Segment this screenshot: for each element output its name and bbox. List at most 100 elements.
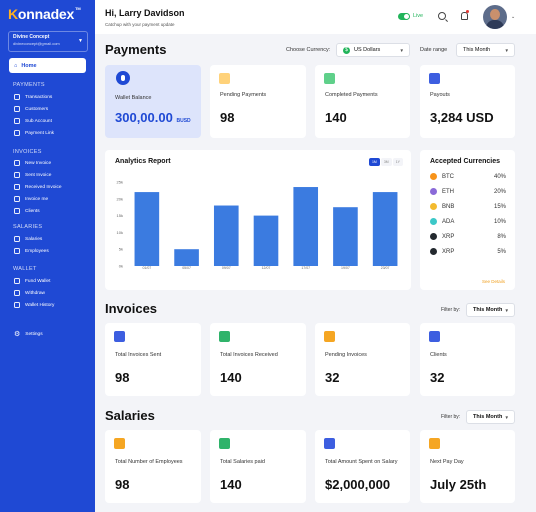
sidebar-item-label: Sent Invoice <box>25 172 52 178</box>
gear-icon: ⚙ <box>14 331 21 338</box>
x-tick-label: 17/07 <box>301 266 310 270</box>
bell-icon[interactable] <box>461 12 468 20</box>
bar[interactable] <box>213 205 239 266</box>
see-details-link[interactable]: See Details <box>482 279 505 284</box>
bar[interactable] <box>174 249 199 266</box>
currencies-card: Accepted Currencies BTC 40% ETH 20% BNB 15% AD… <box>420 150 515 290</box>
x-tick-label: 23/07 <box>381 266 390 270</box>
greeting: Hi, Larry Davidson <box>105 8 185 18</box>
currency-pct: 20% <box>493 188 506 195</box>
sidebar-item-salaries[interactable]: Salaries <box>14 236 42 242</box>
logo[interactable]: KonnadexTM <box>8 6 81 22</box>
logo-tm: TM <box>75 6 81 11</box>
received-invoice-icon <box>14 184 20 190</box>
sidebar-item-settings[interactable]: ⚙ Settings <box>14 330 43 338</box>
salaries-icon <box>14 236 20 242</box>
topbar: Hi, Larry Davidson Catchup with your pay… <box>95 0 536 34</box>
chevron-down-icon[interactable]: ⌄ <box>511 14 515 20</box>
sidebar-item-sent-invoice[interactable]: Sent Invoice <box>14 172 51 178</box>
sidebar-item-customers[interactable]: Customers <box>14 106 48 112</box>
sidebar-item-label: Settings <box>25 331 43 337</box>
search-icon[interactable] <box>438 12 446 20</box>
currency-select[interactable]: $ US Dollars ▼ <box>336 43 410 57</box>
chevron-down-icon: ▼ <box>504 307 509 313</box>
currency-pct: 5% <box>497 248 506 255</box>
sidebar-item-received-invoice[interactable]: Received Invoice <box>14 184 62 190</box>
y-tick-label: 25k <box>117 180 123 185</box>
x-tick-label: 05/07 <box>182 266 191 270</box>
invoice-sent-icon <box>114 331 125 342</box>
sidebar-item-home[interactable]: ⌂ Home <box>9 58 86 73</box>
live-toggle[interactable] <box>398 13 410 20</box>
currency-pct: 15% <box>493 203 506 210</box>
pending-payments-icon <box>219 73 230 84</box>
currency-pct: 8% <box>497 233 506 240</box>
invoices-card: Clients 32 <box>420 323 515 396</box>
sidebar-item-transactions[interactable]: Transactions <box>14 94 52 100</box>
sidebar-item-withdraw[interactable]: Withdraw <box>14 290 45 296</box>
xrp-icon <box>430 248 437 255</box>
sidebar-item-label: Transactions <box>25 94 53 100</box>
sidebar-item-label: Fund Wallet <box>25 278 51 284</box>
salaries-filter-label: Filter by: <box>441 414 461 420</box>
sidebar-item-label: Salaries <box>25 236 43 242</box>
bar[interactable] <box>134 192 160 266</box>
sidebar-item-wallet-history[interactable]: Wallet History <box>14 302 54 308</box>
employees-icon <box>114 438 125 449</box>
sidebar-item-employees[interactable]: Employees <box>14 248 49 254</box>
org-switcher[interactable]: Divine Concept divineconcept@gmail.com ▼ <box>8 31 88 52</box>
x-tick-label: 12/07 <box>262 266 271 270</box>
sidebar-item-clients[interactable]: Clients <box>14 208 40 214</box>
xrp-icon <box>430 233 437 240</box>
section-payments: PAYMENTS <box>13 82 45 88</box>
salaries-card: Total Number of Employees 98 <box>105 430 201 503</box>
home-icon: ⌂ <box>14 62 18 69</box>
y-tick-label: 10k <box>117 230 123 235</box>
section-invoices: INVOICES <box>13 149 42 155</box>
completed-payments-card: Completed Payments 140 <box>315 65 410 138</box>
link-icon <box>14 130 20 136</box>
currency-row: ETH 20% <box>430 188 506 195</box>
sidebar-item-label: Received Invoice <box>25 184 62 190</box>
payments-title: Payments <box>105 42 167 57</box>
bar[interactable] <box>253 215 279 266</box>
greeting-subtitle: Catchup with your payment update <box>105 22 175 27</box>
sidebar-item-payment-link[interactable]: Payment Link <box>14 130 54 136</box>
bar[interactable] <box>293 187 319 266</box>
sidebar-item-invoice-me[interactable]: Invoice me <box>14 196 48 202</box>
card-value: 32 <box>430 370 445 385</box>
wallet-unit: BUSD <box>176 118 191 124</box>
sidebar-item-label: Payment Link <box>25 130 55 136</box>
salaries-card: Next Pay Day July 25th <box>420 430 515 503</box>
sidebar-item-new-invoice[interactable]: New Invoice <box>14 160 51 166</box>
salaries-filter-select[interactable]: This Month ▼ <box>466 410 515 424</box>
currency-row: BTC 40% <box>430 173 506 180</box>
org-name: Divine Concept <box>13 34 50 40</box>
y-tick-label: 5k <box>119 247 123 252</box>
card-value: $2,000,000 <box>325 477 391 492</box>
bnb-icon <box>430 203 437 210</box>
currencies-title: Accepted Currencies <box>430 158 501 165</box>
sidebar-item-sub-account[interactable]: Sub Account <box>14 118 52 124</box>
currency-pct: 10% <box>493 218 506 225</box>
invoice-me-icon <box>14 196 20 202</box>
avatar[interactable] <box>483 5 507 29</box>
clients-icon <box>429 331 440 342</box>
wallet-value: 300,00.00 <box>115 110 173 125</box>
daterange-select[interactable]: This Month ▼ <box>456 43 515 57</box>
sidebar-item-fund-wallet[interactable]: Fund Wallet <box>14 278 50 284</box>
eth-icon <box>430 188 437 195</box>
new-invoice-icon <box>14 160 20 166</box>
bar[interactable] <box>372 192 398 266</box>
fund-wallet-icon <box>14 278 20 284</box>
y-tick-label: 15k <box>117 213 123 218</box>
bar[interactable] <box>333 207 358 266</box>
analytics-chart: 25k 20k 15k 10k 5k 0k 01/07 05/07 09/07 12/07 17/0… <box>117 180 398 270</box>
payouts-label: Payouts <box>430 92 450 98</box>
logo-text: onnadex <box>17 6 75 22</box>
currency-row: BNB 15% <box>430 203 506 210</box>
pending-payments-card: Pending Payments 98 <box>210 65 306 138</box>
salaries-title: Salaries <box>105 408 155 423</box>
chevron-down-icon: ▼ <box>504 47 509 53</box>
invoices-filter-select[interactable]: This Month ▼ <box>466 303 515 317</box>
